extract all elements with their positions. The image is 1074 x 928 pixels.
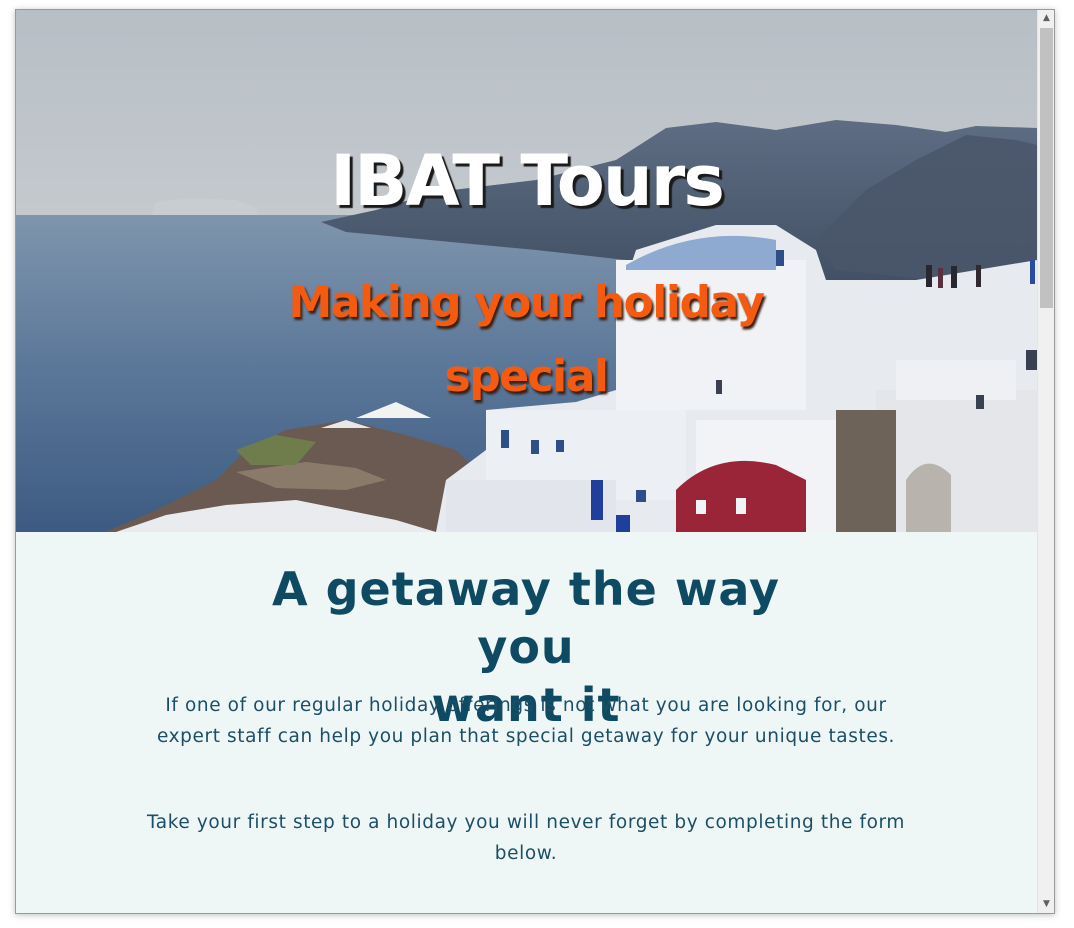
chevron-up-icon[interactable]: ▲ [1038, 10, 1054, 27]
scrollbar-thumb[interactable] [1040, 28, 1053, 308]
section-heading-line-1: A getaway the way you [272, 562, 780, 674]
chevron-down-icon[interactable]: ▼ [1038, 896, 1054, 913]
call-to-action-paragraph: Take your first step to a holiday you wi… [146, 812, 906, 864]
site-title: IBAT Tours [330, 140, 725, 222]
tagline: Making your holiday special [256, 266, 796, 414]
page-viewport: IBAT Tours Making your holiday special A… [16, 10, 1037, 913]
vertical-scrollbar[interactable]: ▲ ▼ [1037, 10, 1054, 913]
intro-section: A getaway the way you want it If one of … [16, 532, 1037, 913]
hero-banner: IBAT Tours Making your holiday special [16, 10, 1037, 532]
browser-window: IBAT Tours Making your holiday special A… [15, 9, 1055, 914]
intro-paragraph: If one of our regular holiday offerings … [156, 695, 896, 747]
tagline-line-1: Making your holiday [288, 277, 765, 328]
tagline-line-2: special [444, 351, 609, 402]
